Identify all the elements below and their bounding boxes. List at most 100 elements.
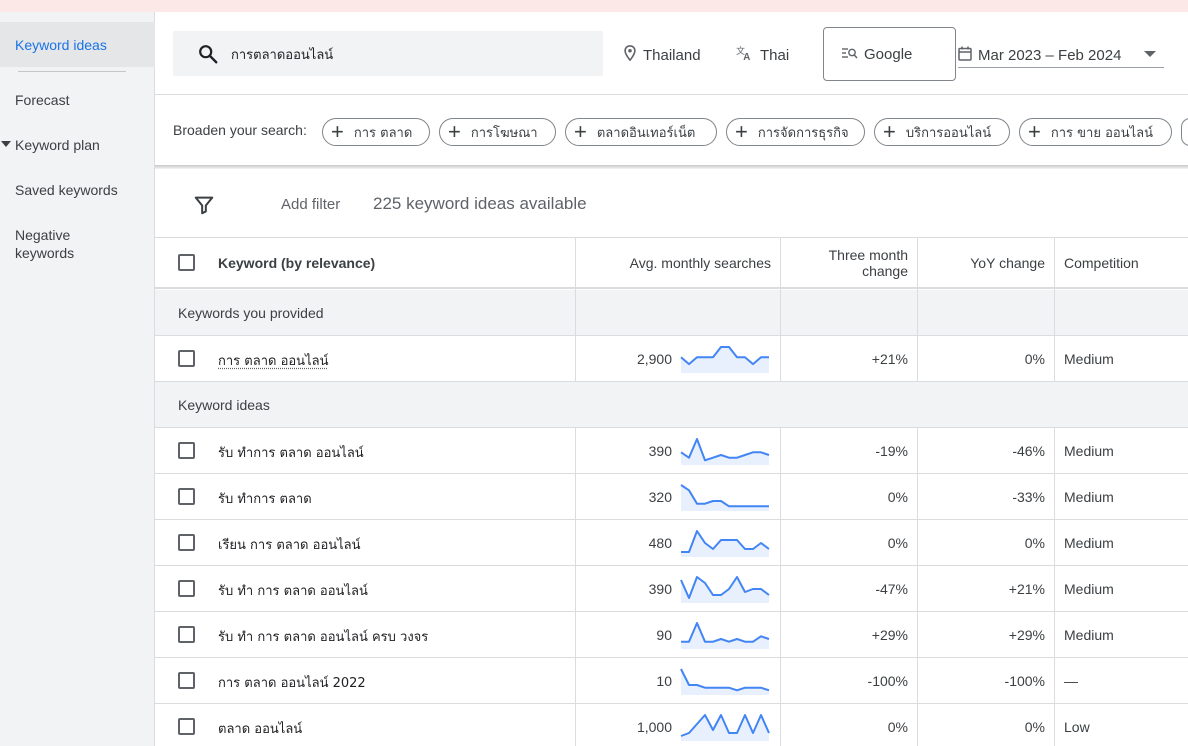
three-month-change-cell: +29% <box>871 627 908 643</box>
location-label: Thailand <box>643 46 701 64</box>
column-divider <box>917 428 918 746</box>
calendar-icon <box>958 46 972 65</box>
sidebar-item-label: Keyword ideas <box>15 37 107 53</box>
keyword-cell: ตลาด ออนไลน์ <box>218 722 303 737</box>
row-checkbox[interactable] <box>178 442 195 459</box>
avg-monthly-searches-cell: 10 <box>656 673 672 689</box>
header-keyword[interactable]: Keyword (by relevance) <box>218 238 518 288</box>
search-input[interactable] <box>231 43 591 65</box>
row-checkbox[interactable] <box>178 488 195 505</box>
plus-icon: + <box>331 119 344 144</box>
row-checkbox[interactable] <box>178 718 195 735</box>
sidebar-divider <box>18 71 126 72</box>
caret-down-icon[interactable] <box>1 141 11 147</box>
yoy-change-cell: +21% <box>1008 581 1045 597</box>
three-month-change-cell: -19% <box>875 443 908 459</box>
keyword-cell: รับ ทํา การ ตลาด ออนไลน์ ครบ วงจร <box>218 630 429 645</box>
plus-icon: + <box>735 119 748 144</box>
competition-cell: Medium <box>1064 489 1114 505</box>
chevron-down-icon <box>1144 51 1156 57</box>
row-checkbox[interactable] <box>178 580 195 597</box>
column-divider <box>1054 237 1055 382</box>
keyword-cell: รับ ทําการ ตลาด ออนไลน์ <box>218 446 364 461</box>
row-checkbox[interactable] <box>178 672 195 689</box>
sidebar-item-saved-keywords[interactable]: Saved keywords <box>0 181 155 199</box>
row-checkbox[interactable] <box>178 626 195 643</box>
group-row-provided: Keywords you provided <box>155 290 1188 336</box>
search-box[interactable] <box>173 31 603 76</box>
yoy-change-cell: -33% <box>1012 489 1045 505</box>
search-network-selector[interactable]: Google <box>823 27 956 81</box>
table-row[interactable]: รับ ทํา การ ตลาด ออนไลน์ ครบ วงจร 90 +29% +… <box>155 612 1188 658</box>
sidebar-item-negative-keywords[interactable]: Negative keywords <box>0 226 90 262</box>
table-row[interactable]: รับ ทําการ ตลาด ออนไลน์ 390 -19% -46% Medium <box>155 428 1188 474</box>
column-divider <box>917 237 918 382</box>
column-divider <box>780 237 781 382</box>
table-row[interactable]: รับ ทําการ ตลาด 320 0% -33% Medium <box>155 474 1188 520</box>
sparkline-area <box>681 531 769 557</box>
add-filter-button[interactable]: Add filter <box>281 196 340 213</box>
sparkline-area <box>681 669 769 695</box>
sidebar-item-forecast[interactable]: Forecast <box>0 91 155 109</box>
toolbar-shadow <box>155 165 1188 169</box>
keyword-cell: เรียน การ ตลาด ออนไลน์ <box>218 538 361 553</box>
table-row[interactable]: รับ ทํา การ ตลาด ออนไลน์ 390 -47% +21% Mediu… <box>155 566 1188 612</box>
plus-icon: + <box>1028 119 1041 144</box>
network-label: Google <box>864 45 913 63</box>
header-yoy-change[interactable]: YoY change <box>925 238 1045 288</box>
svg-text:A: A <box>743 52 750 61</box>
table-row[interactable]: เรียน การ ตลาด ออนไลน์ 480 0% 0% Medium <box>155 520 1188 566</box>
select-all-checkbox[interactable] <box>178 254 195 271</box>
search-network-icon <box>842 46 858 63</box>
avg-monthly-searches-cell: 320 <box>648 489 672 505</box>
three-month-change-cell: 0% <box>887 719 908 735</box>
column-divider <box>575 428 576 746</box>
keyword-cell: รับ ทํา การ ตลาด ออนไลน์ <box>218 584 368 599</box>
header-three-month-change[interactable]: Three month change <box>785 238 908 288</box>
keyword-ideas-count: 225 keyword ideas available <box>373 194 587 213</box>
language-label: Thai <box>760 46 790 64</box>
translate-icon: 文A <box>736 45 754 65</box>
competition-cell: Medium <box>1064 443 1114 459</box>
language-filter[interactable]: 文A Thai <box>736 45 789 65</box>
location-pin-icon <box>623 45 637 65</box>
sidebar-item-keyword-plan[interactable]: Keyword plan <box>0 136 155 154</box>
sidebar-item-label: Keyword plan <box>15 137 100 153</box>
broaden-pill[interactable]: + การจัดการธุรกิจ <box>726 118 865 146</box>
avg-monthly-searches-cell: 90 <box>656 627 672 643</box>
broaden-pill[interactable]: + บริการออนไลน์ <box>874 118 1010 146</box>
location-filter[interactable]: Thailand <box>623 45 701 65</box>
filter-funnel-icon[interactable] <box>193 194 215 221</box>
table-row[interactable]: ตลาด ออนไลน์ 1,000 0% 0% Low <box>155 704 1188 746</box>
keyword-cell: การ ตลาด ออนไลน์ 2022 <box>218 676 366 691</box>
broaden-pill[interactable]: + การ ขาย ออนไลน์ <box>1019 118 1172 146</box>
trend-sparkline <box>680 668 770 695</box>
date-range-selector[interactable]: Mar 2023 – Feb 2024 <box>958 44 1164 68</box>
broaden-pill[interactable]: + การโฆษณา <box>439 118 556 146</box>
keyword-cell[interactable]: การ ตลาด ออนไลน์ <box>218 350 328 371</box>
group-row-ideas: Keyword ideas <box>155 382 1188 428</box>
three-month-change-cell: 0% <box>887 489 908 505</box>
broaden-pill[interactable]: + การ ตลาด <box>322 118 430 146</box>
keyword-cell: รับ ทําการ ตลาด <box>218 492 312 507</box>
avg-monthly-searches-cell: 480 <box>648 535 672 551</box>
row-checkbox[interactable] <box>178 534 195 551</box>
broaden-pill-overflow[interactable] <box>1181 118 1188 146</box>
broaden-pill[interactable]: + ตลาดอินเทอร์เน็ต <box>565 118 717 146</box>
sidebar-item-keyword-ideas[interactable]: Keyword ideas <box>0 22 155 67</box>
avg-monthly-searches-cell: 390 <box>648 443 672 459</box>
table-row[interactable]: การ ตลาด ออนไลน์ 2022 10 -100% -100% — <box>155 658 1188 704</box>
row-checkbox[interactable] <box>178 350 195 367</box>
header-competition[interactable]: Competition <box>1064 238 1184 288</box>
yoy-change-cell: 0% <box>1024 535 1045 551</box>
column-divider <box>1054 428 1055 746</box>
avg-monthly-searches-cell: 2,900 <box>636 351 672 367</box>
divider <box>155 94 1188 95</box>
column-divider <box>575 237 576 382</box>
three-month-change-cell: -47% <box>875 581 908 597</box>
table-row[interactable]: การ ตลาด ออนไลน์ 2,900 +21% 0% Medium <box>155 336 1188 382</box>
trend-sparkline <box>680 714 770 741</box>
header-avg-monthly-searches[interactable]: Avg. monthly searches <box>580 238 771 288</box>
three-month-change-cell: +21% <box>871 351 908 367</box>
yoy-change-cell: -46% <box>1012 443 1045 459</box>
